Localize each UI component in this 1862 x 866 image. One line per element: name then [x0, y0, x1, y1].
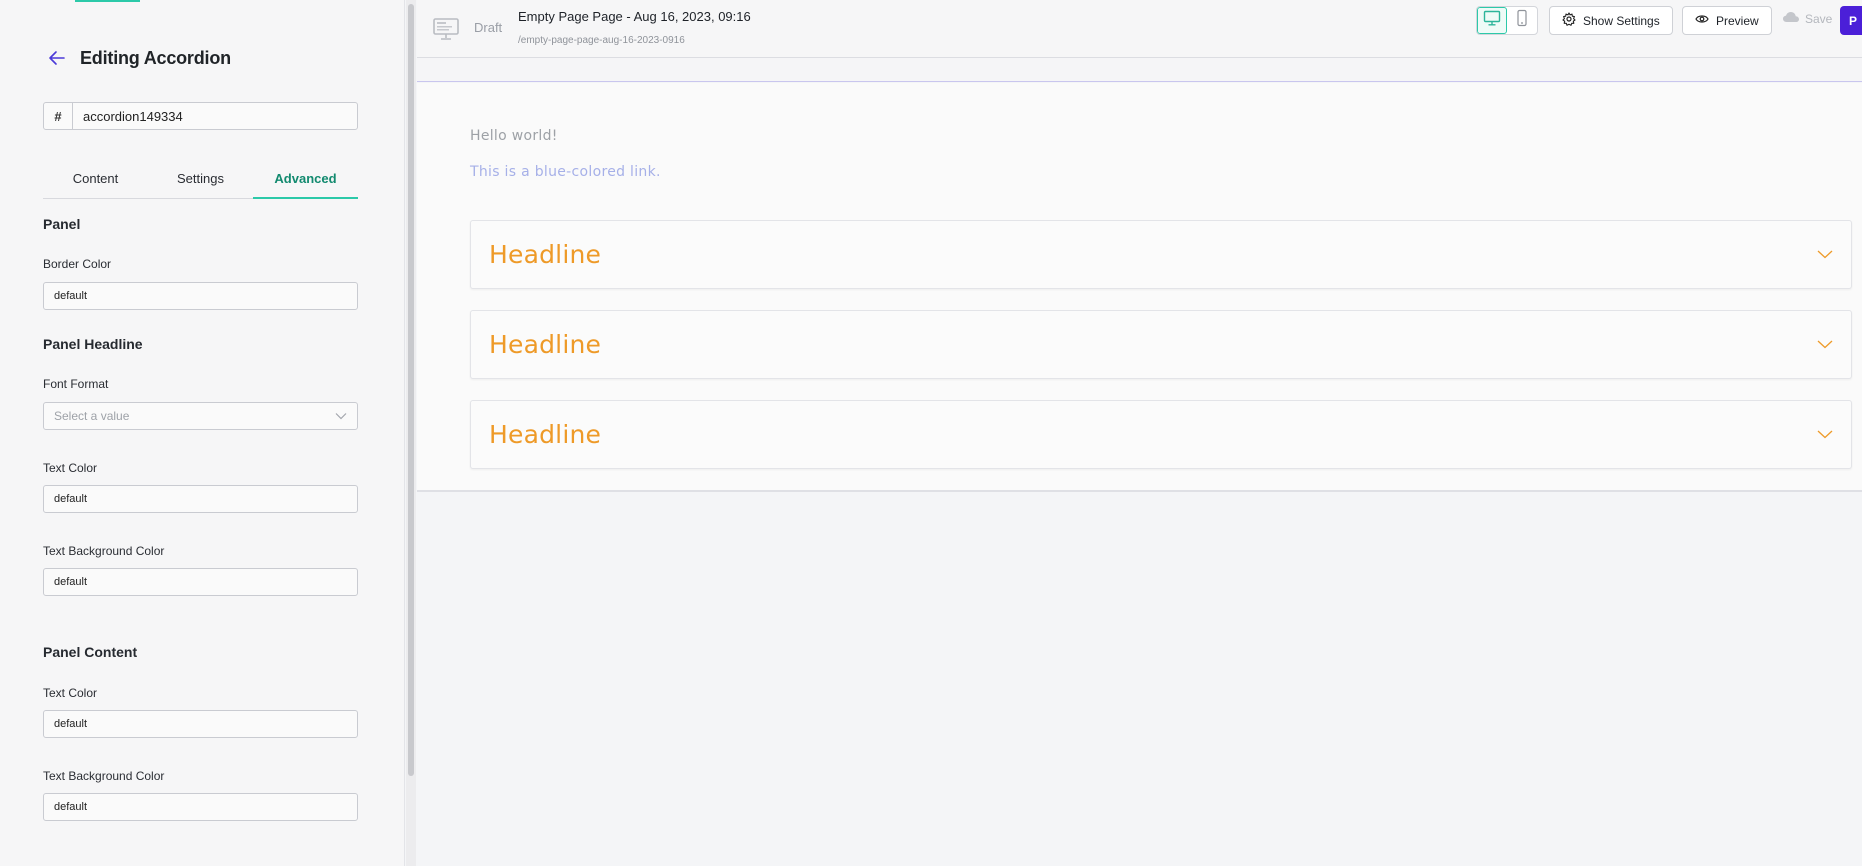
element-id-field: # [43, 102, 358, 130]
accordion-panel[interactable]: Headline [470, 310, 1852, 379]
desktop-view-button[interactable] [1477, 7, 1508, 34]
headline-text-bg-input[interactable] [43, 568, 358, 596]
page-title: Empty Page Page - Aug 16, 2023, 09:16 [518, 9, 751, 24]
blue-link[interactable]: This is a blue-colored link. [470, 164, 661, 180]
sidebar-scroll-thumb[interactable] [408, 4, 414, 776]
save-button[interactable]: Save [1782, 11, 1832, 26]
accordion-headline: Headline [489, 420, 602, 449]
accordion-headline: Headline [489, 240, 602, 269]
hello-text: Hello world! [470, 128, 558, 144]
headline-text-color-input[interactable] [43, 485, 358, 513]
font-format-select[interactable]: Select a value [43, 402, 358, 430]
panel-headline-section-title: Panel Headline [43, 336, 143, 352]
headline-text-bg-label: Text Background Color [43, 544, 165, 558]
tab-content[interactable]: Content [43, 164, 148, 198]
tab-settings[interactable]: Settings [148, 164, 253, 198]
cloud-icon [1782, 11, 1805, 26]
content-text-bg-label: Text Background Color [43, 769, 165, 783]
accordion-panel[interactable]: Headline [470, 400, 1852, 469]
tab-advanced[interactable]: Advanced [253, 164, 358, 199]
show-settings-label: Show Settings [1583, 13, 1660, 28]
chevron-down-icon [1817, 426, 1833, 444]
sidebar-accent-bar [75, 0, 140, 2]
sidebar-title: Editing Accordion [80, 47, 231, 68]
eye-icon [1695, 13, 1716, 28]
gear-icon [1562, 12, 1583, 29]
font-format-placeholder: Select a value [54, 409, 130, 423]
desktop-icon [1483, 10, 1501, 31]
editor-topbar: Draft Empty Page Page - Aug 16, 2023, 09… [417, 0, 1862, 58]
editor-sidebar: Editing Accordion # Content Settings Adv… [0, 0, 405, 866]
panel-content-section-title: Panel Content [43, 644, 138, 660]
chevron-down-icon [1817, 336, 1833, 354]
save-label: Save [1805, 11, 1833, 26]
page-monitor-icon [432, 17, 460, 41]
editor-canvas-area: Hello world! This is a blue-colored link… [417, 58, 1862, 866]
device-toggle [1476, 6, 1538, 35]
content-text-bg-input[interactable] [43, 793, 358, 821]
accordion-headline: Headline [489, 330, 602, 359]
chevron-down-icon [1817, 246, 1833, 264]
preview-label: Preview [1716, 13, 1759, 28]
sidebar-header: Editing Accordion [44, 45, 231, 71]
panel-section-title: Panel [43, 216, 81, 232]
sidebar-tabs: Content Settings Advanced [43, 164, 358, 199]
chevron-down-icon [335, 407, 347, 425]
canvas-top-strip [417, 58, 1862, 82]
id-hash-prefix: # [44, 103, 73, 129]
mobile-icon [1516, 9, 1528, 32]
headline-text-color-label: Text Color [43, 461, 98, 475]
accordion-panel[interactable]: Headline [470, 220, 1852, 289]
publish-button[interactable]: P [1840, 6, 1862, 35]
border-color-input[interactable] [43, 282, 358, 310]
border-color-label: Border Color [43, 257, 112, 271]
preview-button[interactable]: Preview [1682, 6, 1772, 35]
font-format-label: Font Format [43, 377, 109, 391]
mobile-view-button[interactable] [1507, 7, 1537, 34]
back-arrow-icon[interactable] [44, 45, 70, 71]
page-slug: /empty-page-page-aug-16-2023-0916 [518, 35, 685, 46]
show-settings-button[interactable]: Show Settings [1549, 6, 1673, 35]
draft-status-label: Draft [474, 20, 503, 35]
element-id-input[interactable] [73, 103, 357, 129]
content-text-color-label: Text Color [43, 686, 98, 700]
content-text-color-input[interactable] [43, 710, 358, 738]
sidebar-scrollbar[interactable] [406, 0, 416, 866]
page-canvas: Hello world! This is a blue-colored link… [417, 83, 1862, 492]
